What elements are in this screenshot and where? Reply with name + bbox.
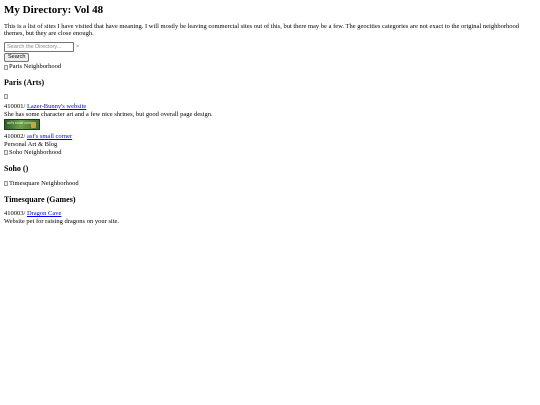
- entry-description: Personal Art & Blog: [4, 141, 58, 148]
- timesquare-neighborhood-banner: Timesquare Neighborhood: [4, 180, 79, 188]
- entry-code: 410002/: [4, 133, 26, 141]
- banner-alt-text: Soho Neighborhood: [9, 148, 62, 156]
- broken-image-icon: [4, 150, 8, 156]
- list-item: 410001/ Lazer-Bunny's website She has so…: [4, 94, 536, 118]
- banner-alt-text: Timesquare Neighborhood: [9, 179, 79, 187]
- directory-page: My Directory: Vol 48 This is a list of s…: [0, 0, 540, 226]
- broken-image-icon: [4, 180, 8, 186]
- soho-neighborhood-banner: Soho Neighborhood: [4, 149, 62, 157]
- search-bar: ×: [4, 42, 536, 53]
- entry-link[interactable]: Dragon Cave: [27, 210, 61, 217]
- search-input[interactable]: [4, 42, 74, 53]
- section-heading-timesquare: Timesquare (Games): [4, 194, 76, 204]
- entry-link[interactable]: Lazer-Bunny's website: [27, 103, 86, 110]
- entry-code: 410003/: [4, 210, 26, 218]
- broken-image-icon: [4, 64, 8, 70]
- site-button-image[interactable]: [4, 94, 8, 100]
- section-heading-paris: Paris (Arts): [4, 78, 45, 88]
- page-title: My Directory: Vol 48: [4, 4, 104, 16]
- entry-code: 410001/: [4, 102, 26, 110]
- list-item: asf's small corner 410002/ asf's small c…: [4, 118, 536, 148]
- banner-alt-text: Paris Neighborhood: [9, 63, 62, 71]
- clear-search-icon[interactable]: ×: [76, 44, 79, 50]
- intro-text: This is a list of sites I have visited t…: [4, 22, 519, 38]
- site-button-image[interactable]: asf's small corner: [4, 119, 40, 131]
- entry-description: Website pet for raising dragons on your …: [4, 218, 120, 226]
- entry-link[interactable]: asf's small corner: [27, 133, 72, 140]
- list-item: 410003/ Dragon Cave Website pet for rais…: [4, 210, 536, 226]
- entry-description: She has some character art and a few nic…: [4, 110, 213, 118]
- search-button[interactable]: Search: [4, 53, 30, 63]
- section-heading-soho: Soho (): [4, 163, 29, 173]
- banner-picture-icon: [31, 122, 36, 129]
- paris-neighborhood-banner: Paris Neighborhood: [4, 63, 61, 71]
